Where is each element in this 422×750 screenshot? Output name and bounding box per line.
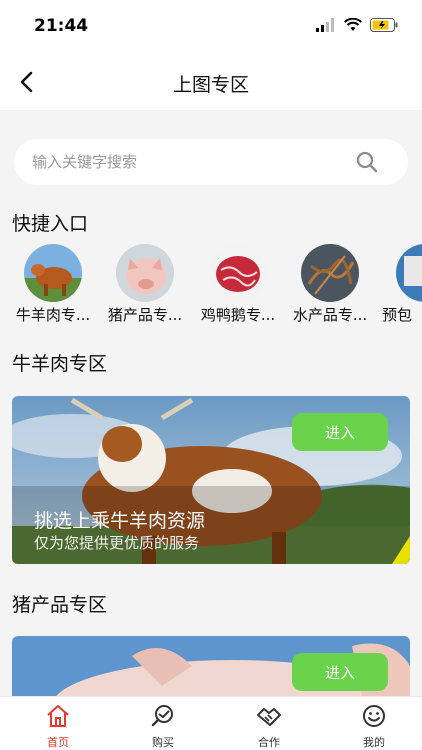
pig-banner[interactable]: 进入 <box>12 636 410 696</box>
buy-icon <box>151 705 173 727</box>
pig-thumb-icon <box>116 244 174 302</box>
quick-entry-label: 猪产品专... <box>107 306 183 324</box>
quick-entry-label: 预包 <box>382 306 413 324</box>
quick-entry-packaged[interactable]: 预包 <box>368 244 422 325</box>
wifi-icon <box>344 18 362 31</box>
home-icon <box>47 705 69 727</box>
page-title: 上图专区 <box>172 74 249 96</box>
status-icons <box>316 18 398 32</box>
cattle-banner[interactable]: 进入 挑选上乘牛羊肉资源 仅为您提供更优质的服务 <box>12 396 410 564</box>
tab-bar: 首页 购买 合作 我的 <box>0 696 422 750</box>
battery-icon <box>370 18 398 32</box>
tab-label: 购买 <box>152 736 174 749</box>
tab-buy[interactable]: 购买 <box>128 703 198 750</box>
tab-mine[interactable]: 我的 <box>339 703 409 750</box>
enter-button[interactable]: 进入 <box>292 413 388 451</box>
section-title: 牛羊肉专区 <box>12 353 108 375</box>
quick-entry-row: 牛羊肉专... 猪产品专... 鸡鸭鹅专... 水产品专... 预包 <box>0 244 422 328</box>
section-title: 猪产品专区 <box>12 594 108 616</box>
smiley-icon <box>363 705 385 727</box>
quick-entry-label: 鸡鸭鹅专... <box>200 306 276 324</box>
banner-title: 挑选上乘牛羊肉资源 <box>34 510 206 532</box>
tab-home[interactable]: 首页 <box>23 703 93 750</box>
status-time: 21:44 <box>34 16 89 36</box>
quick-entry-seafood[interactable]: 水产品专... <box>285 244 375 325</box>
signal-icon <box>316 18 334 32</box>
quick-entry-poultry[interactable]: 鸡鸭鹅专... <box>193 244 283 325</box>
quick-entry-cattle[interactable]: 牛羊肉专... <box>8 244 98 325</box>
status-bar: 21:44 <box>0 0 422 54</box>
meat-thumb-icon <box>209 244 267 302</box>
handshake-icon <box>257 708 281 726</box>
nav-bar: 上图专区 <box>0 54 422 110</box>
tab-label: 首页 <box>47 736 69 749</box>
cattle-thumb-icon <box>24 244 82 302</box>
tab-label: 我的 <box>363 736 385 749</box>
quick-entry-title: 快捷入口 <box>12 213 89 235</box>
search-input[interactable]: 输入关键字搜索 <box>14 139 408 185</box>
packaged-thumb-icon <box>396 244 422 302</box>
seafood-thumb-icon <box>301 244 359 302</box>
quick-entry-pig[interactable]: 猪产品专... <box>100 244 190 325</box>
search-placeholder: 输入关键字搜索 <box>32 153 138 171</box>
tab-cooperate[interactable]: 合作 <box>234 703 304 750</box>
banner-subtitle: 仅为您提供更优质的服务 <box>34 534 200 552</box>
quick-entry-label: 牛羊肉专... <box>15 306 91 324</box>
search-icon[interactable] <box>356 151 378 173</box>
quick-entry-label: 水产品专... <box>292 306 368 324</box>
enter-button[interactable]: 进入 <box>292 653 388 691</box>
tab-label: 合作 <box>258 736 280 749</box>
